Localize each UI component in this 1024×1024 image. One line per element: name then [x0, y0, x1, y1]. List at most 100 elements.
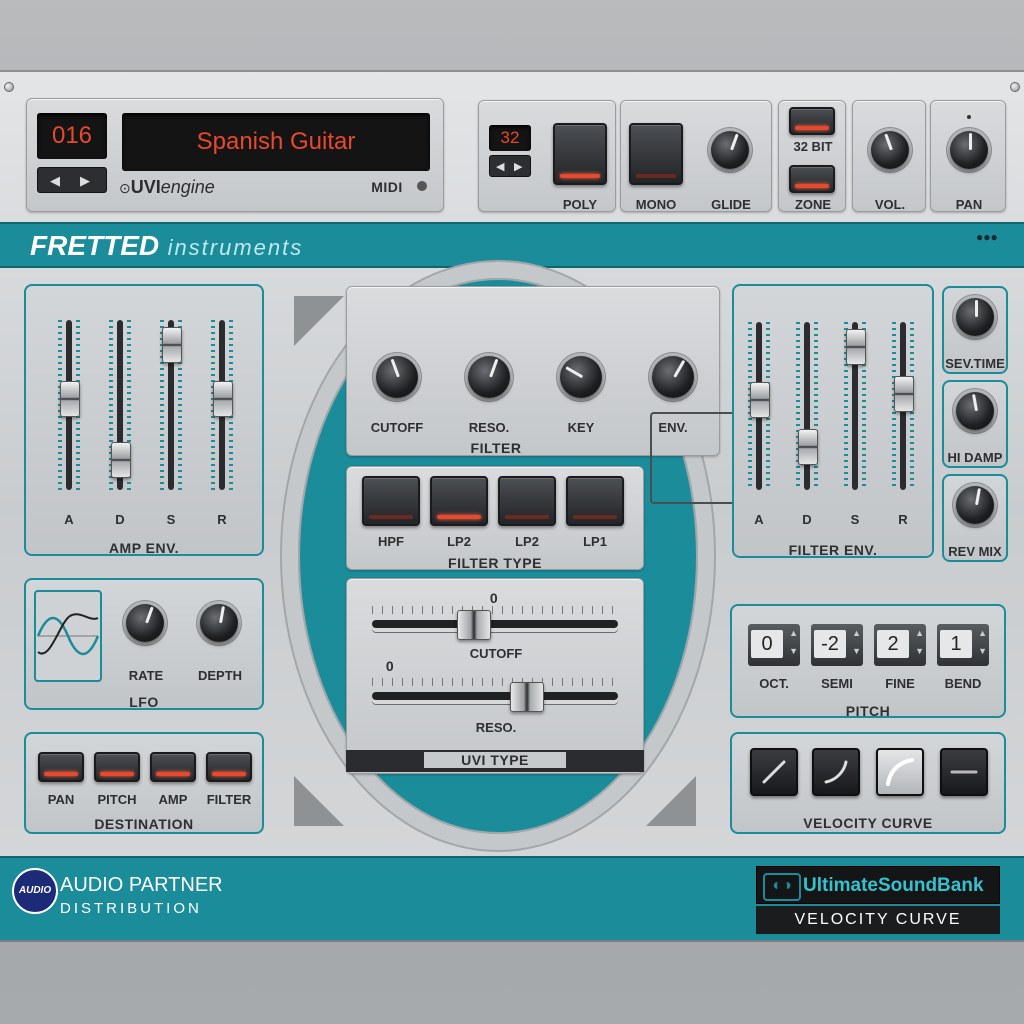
- filter-type-button-3[interactable]: [566, 476, 624, 526]
- knob-indicator: [975, 487, 981, 506]
- pitch-down-icon[interactable]: ▼: [789, 646, 798, 656]
- usb-logo-icon: ◐◑: [763, 873, 801, 901]
- amp-env-title: AMP ENV.: [108, 540, 180, 556]
- uvi-cutoff-track[interactable]: [372, 620, 618, 628]
- filter-knob-label: KEY: [567, 420, 595, 435]
- voices-count: 32: [500, 128, 520, 147]
- filter-type-button-0[interactable]: [362, 476, 420, 526]
- pitch-up-icon[interactable]: ▲: [789, 628, 798, 638]
- lfo-rate-label: RATE: [128, 668, 164, 683]
- zone-button[interactable]: [789, 165, 835, 193]
- reverb-knob-label: SEV.TIME: [945, 356, 1005, 371]
- velocity-concave-button[interactable]: [876, 748, 924, 796]
- midi-label: MIDI: [371, 179, 403, 195]
- pan-knob[interactable]: [950, 131, 988, 169]
- uvi-cutoff-slider[interactable]: [456, 610, 491, 640]
- 32bit-led: [795, 126, 829, 130]
- filter-env-fader-d[interactable]: [798, 429, 818, 466]
- knob-indicator: [390, 358, 400, 378]
- destination-button-pitch[interactable]: [94, 752, 140, 782]
- curve-flat-icon: [950, 770, 978, 774]
- filter-knob-reso[interactable]: [468, 356, 510, 398]
- pitch-title: PITCH: [845, 703, 891, 719]
- destination-button-amp[interactable]: [150, 752, 196, 782]
- prev-preset-icon[interactable]: ◀: [50, 173, 60, 189]
- poly-led: [560, 174, 600, 178]
- next-preset-icon[interactable]: ▶: [80, 173, 90, 189]
- destination-button-filter[interactable]: [206, 752, 252, 782]
- preset-number-display: 016: [37, 113, 107, 159]
- velocity-flat-button[interactable]: [940, 748, 988, 796]
- product-title: FRETTED instruments: [30, 230, 304, 261]
- filter-knob-env[interactable]: [652, 356, 694, 398]
- preset-stepper[interactable]: ◀ ▶: [37, 167, 107, 193]
- pitch-bend-box[interactable]: 1 ▲ ▼: [937, 624, 989, 666]
- amp-env-fader-label: S: [166, 512, 176, 527]
- pitch-down-icon[interactable]: ▼: [852, 646, 861, 656]
- filter-type-button-1[interactable]: [430, 476, 488, 526]
- amp-env-fader-r[interactable]: [213, 381, 233, 418]
- lfo-depth-knob[interactable]: [200, 604, 238, 642]
- volume-knob[interactable]: [871, 131, 909, 169]
- uvi-reso-value: 0: [385, 658, 395, 674]
- filter-type-title: FILTER TYPE: [448, 555, 542, 571]
- uvi-reso-slider[interactable]: [509, 682, 544, 712]
- reverb-knob-1[interactable]: [956, 392, 994, 430]
- curve-linear-icon: [762, 760, 786, 784]
- voices-up-icon[interactable]: ▶: [514, 160, 522, 173]
- voices-down-icon[interactable]: ◀: [496, 160, 504, 173]
- pitch-label: SEMI: [821, 676, 853, 691]
- engine-icon: ⊙: [119, 180, 131, 196]
- mono-led: [636, 174, 676, 178]
- filter-env-fader-r[interactable]: [894, 375, 914, 412]
- filter-env-title: FILTER ENV.: [788, 542, 878, 558]
- 32bit-button[interactable]: [789, 107, 835, 135]
- amp-env-fader-d[interactable]: [111, 442, 131, 479]
- amp-env-fader-a[interactable]: [60, 381, 80, 418]
- reverb-knob-2[interactable]: [956, 486, 994, 524]
- lfo-title: LFO: [129, 694, 159, 710]
- lfo-rate-knob[interactable]: [126, 604, 164, 642]
- pitch-oct-box[interactable]: 0 ▲ ▼: [748, 624, 800, 666]
- preset-number: 016: [51, 122, 93, 149]
- velocity-convex-button[interactable]: [812, 748, 860, 796]
- pitch-down-icon[interactable]: ▼: [978, 646, 987, 656]
- zone-led: [795, 184, 829, 188]
- uvi-cutoff-label: CUTOFF: [469, 646, 523, 661]
- amp-env-fader-s[interactable]: [162, 326, 182, 363]
- destination-led: [212, 772, 246, 776]
- destination-button-pan[interactable]: [38, 752, 84, 782]
- velocity-title: VELOCITY CURVE: [803, 815, 933, 831]
- zone-label: ZONE: [794, 197, 832, 212]
- pitch-label: FINE: [885, 676, 915, 691]
- audio-partner-logo: AUDIO: [12, 868, 58, 914]
- uvi-engine-logo: ⊙UVIengine: [119, 177, 215, 197]
- brand-box: ◐◑ UltimateSoundBank: [756, 866, 1000, 904]
- screw: [4, 82, 14, 92]
- pitch-up-icon[interactable]: ▲: [915, 628, 924, 638]
- knob-indicator: [489, 358, 499, 378]
- pitch-down-icon[interactable]: ▼: [915, 646, 924, 656]
- amp-env-fader-label: A: [64, 512, 74, 527]
- reverb-knob-0[interactable]: [956, 298, 994, 336]
- uvi-reso-track[interactable]: [372, 692, 618, 700]
- pitch-fine-box[interactable]: 2 ▲ ▼: [874, 624, 926, 666]
- pitch-up-icon[interactable]: ▲: [852, 628, 861, 638]
- pitch-up-icon[interactable]: ▲: [978, 628, 987, 638]
- mono-glide-panel: MONO GLIDE: [620, 100, 772, 212]
- filter-type-button-2[interactable]: [498, 476, 556, 526]
- filter-knob-cutoff[interactable]: [376, 356, 418, 398]
- filter-env-fader-s[interactable]: [846, 328, 866, 365]
- poly-button[interactable]: [553, 123, 607, 185]
- pitch-semi-box[interactable]: -2 ▲ ▼: [811, 624, 863, 666]
- preset-name-display[interactable]: Spanish Guitar: [122, 113, 430, 171]
- velocity-linear-button[interactable]: [750, 748, 798, 796]
- partner-subtitle: DISTRIBUTION: [60, 900, 202, 917]
- filter-type-label: HPF: [378, 534, 404, 549]
- pitch-value: 0: [751, 630, 783, 658]
- glide-knob[interactable]: [711, 131, 749, 169]
- filter-knob-key[interactable]: [560, 356, 602, 398]
- filter-env-fader-a[interactable]: [750, 382, 770, 419]
- mono-button[interactable]: [629, 123, 683, 185]
- voices-stepper[interactable]: ◀ ▶: [489, 155, 531, 177]
